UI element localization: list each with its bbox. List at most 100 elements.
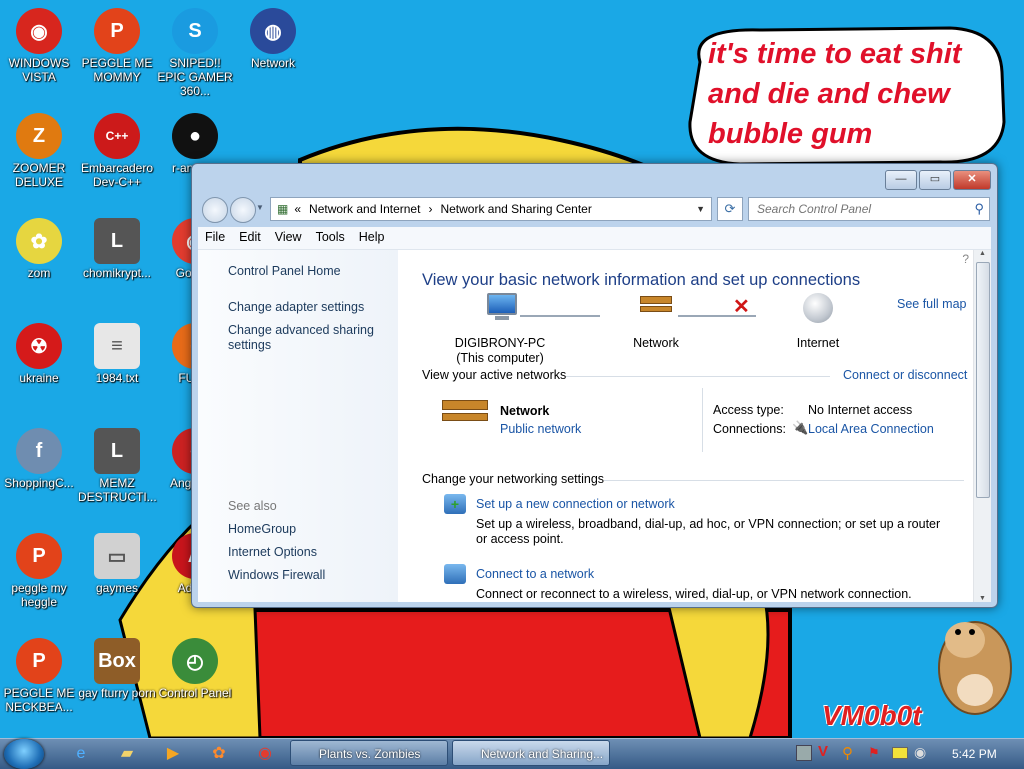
desktop-icon[interactable]: P PEGGLE ME MOMMY (78, 2, 156, 84)
clock[interactable]: 5:42 PM (952, 747, 997, 761)
desktop-icon[interactable]: ◉ WINDOWS VISTA (0, 2, 78, 84)
desktop-icon-label: PEGGLE ME MOMMY (81, 56, 153, 84)
tray-speaker-icon[interactable]: ◉ (914, 744, 926, 761)
scroll-down-icon[interactable]: ▼ (974, 595, 991, 602)
change-settings-heading: Change your networking settings (422, 472, 605, 486)
control-panel-icon: ▦ (277, 202, 289, 216)
internet-explorer-icon[interactable]: e (70, 743, 92, 765)
search-input[interactable] (755, 198, 964, 220)
desktop-icon[interactable]: ◴ Control Panel (156, 632, 234, 700)
signature-text: VM0b0t (822, 700, 922, 731)
desktop-icon-label: Network (250, 56, 295, 70)
desktop-icon[interactable]: Lchomikrypt... (78, 212, 156, 280)
desktop-icon[interactable]: L MEMZ DESTRUCTI... (78, 422, 157, 504)
desktop-icon[interactable]: S SNIPED!! EPIC GAMER 360... (156, 2, 234, 98)
media-player-icon[interactable]: ▶ (162, 743, 184, 765)
clock-icon: L (94, 428, 140, 474)
connections-label: Connections: (713, 422, 786, 436)
windows-firewall-link[interactable]: Windows Firewall (228, 568, 325, 582)
scroll-thumb[interactable] (976, 262, 990, 498)
tray-flag-icon[interactable]: ⚑ (868, 745, 880, 761)
internet-node-label: Internet (796, 336, 840, 350)
minimize-button[interactable]: — (885, 170, 917, 190)
back-button[interactable] (202, 197, 228, 223)
menu-item-tools[interactable]: Tools (309, 227, 352, 244)
internet-options-link[interactable]: Internet Options (228, 545, 317, 559)
desktop-icon-label: zom (27, 266, 51, 280)
public-network-link[interactable]: Public network (500, 422, 581, 436)
breadcrumb-network-internet[interactable]: Network and Internet (309, 198, 420, 220)
tray-v-icon[interactable]: V (818, 743, 828, 760)
left-nav-pane: Control Panel Home Change adapter settin… (198, 250, 398, 602)
address-bar[interactable]: ▦ « Network and Internet › Network and Shari… (270, 197, 712, 221)
menu-item-help[interactable]: Help (352, 227, 392, 244)
skype-icon: S (172, 8, 218, 54)
breadcrumb-sharing-center[interactable]: Network and Sharing Center (440, 198, 591, 220)
desktop-icon-label: SNIPED!! EPIC GAMER 360... (157, 56, 233, 98)
desktop-icon[interactable]: ◍ Network (234, 2, 312, 70)
menu-item-view[interactable]: View (268, 227, 309, 244)
tray-message-icon[interactable] (892, 747, 908, 759)
taskbar-button-plants-vs-zombies[interactable]: Plants vs. Zombies (290, 740, 448, 766)
desktop-icon-label: ukraine (19, 371, 59, 385)
setup-connection-link[interactable]: Set up a new connection or network (476, 497, 675, 511)
forward-button[interactable] (230, 197, 256, 223)
start-button[interactable] (4, 739, 44, 769)
local-area-connection-link[interactable]: Local Area Connection (808, 422, 934, 436)
taskbar-button-network-sharing[interactable]: Network and Sharing... (452, 740, 610, 766)
chevron-down-icon[interactable]: ▼ (696, 198, 705, 220)
network-bench-icon (442, 400, 488, 432)
change-adapter-settings-link[interactable]: Change adapter settings (228, 300, 364, 314)
network-globe-icon: ◍ (250, 8, 296, 54)
desktop-icon[interactable]: C++ Embarcadero Dev-C++ (78, 107, 156, 189)
taskbar: e ▰ ▶ ✿ ◉ Plants vs. Zombies Network and… (0, 738, 1024, 769)
desktop-icon[interactable]: P PEGGLE ME NECKBEA... (0, 632, 78, 714)
navigation-bar: ▼ ▦ « Network and Internet › Network and Sha… (198, 195, 991, 223)
explorer-folder-icon[interactable]: ▰ (116, 743, 138, 765)
desktop-icon[interactable]: ✿ zom (0, 212, 78, 280)
help-icon[interactable]: ? (962, 252, 969, 266)
tray-app-icon[interactable] (796, 745, 812, 761)
change-advanced-sharing-link[interactable]: Change advanced sharing settings (228, 323, 388, 353)
chrome-icon[interactable]: ◉ (254, 743, 276, 765)
desktop-icon-label: WINDOWS VISTA (8, 56, 70, 84)
maximize-button[interactable]: ▭ (919, 170, 951, 190)
window-controls: — ▭ ✕ (885, 170, 991, 190)
bench-icon (640, 296, 672, 318)
desktop-icon[interactable]: Box gay fturry porn (78, 632, 156, 700)
search-box[interactable]: ⚲ (748, 197, 990, 221)
vertical-scrollbar[interactable]: ▲ ▼ (973, 250, 991, 602)
see-full-map-link[interactable]: See full map (897, 297, 966, 311)
search-icon[interactable]: ⚲ (974, 201, 984, 217)
desktop-icon[interactable]: Ppeggle my heggle (0, 527, 78, 609)
disconnected-x-icon: ✕ (733, 296, 750, 318)
desktop-icon[interactable]: ☢ ukraine (0, 317, 78, 385)
connect-network-link[interactable]: Connect to a network (476, 567, 594, 581)
control-panel-home-link[interactable]: Control Panel Home (228, 264, 341, 278)
radiation-icon: ☢ (16, 323, 62, 369)
desktop-icon-label: chomikrypt... (82, 266, 151, 280)
clock-icon: L (94, 218, 140, 264)
desktop-icon[interactable]: ≡ 1984.txt (78, 317, 156, 385)
tray-search-icon[interactable]: ⚲ (842, 744, 853, 762)
recent-pages-icon[interactable]: ▼ (256, 203, 264, 212)
ethernet-icon: 🔌 (792, 420, 809, 435)
app-pinned-icon[interactable]: ✿ (208, 743, 230, 765)
hamster-icon (938, 621, 1012, 715)
flower-icon: ✿ (16, 218, 62, 264)
setup-connection-desc: Set up a wireless, broadband, dial-up, a… (476, 517, 941, 546)
connect-disconnect-link[interactable]: Connect or disconnect (843, 368, 967, 382)
scroll-up-icon[interactable]: ▲ (974, 250, 991, 257)
close-button[interactable]: ✕ (953, 170, 991, 190)
access-type-value: No Internet access (808, 403, 913, 417)
refresh-button[interactable]: ⟳ (717, 197, 743, 221)
homegroup-link[interactable]: HomeGroup (228, 522, 296, 536)
desktop-icon[interactable]: ▭ gaymes (78, 527, 156, 595)
menu-item-file[interactable]: File (198, 227, 232, 244)
desktop-icon[interactable]: Z ZOOMER DELUXE (0, 107, 78, 189)
access-type-label: Access type: (713, 403, 784, 417)
menu-item-edit[interactable]: Edit (232, 227, 268, 244)
address-prefix: « (294, 202, 302, 216)
desktop-icon-label: ShoppingC... (4, 476, 74, 490)
desktop-icon[interactable]: f ShoppingC... (0, 422, 78, 490)
